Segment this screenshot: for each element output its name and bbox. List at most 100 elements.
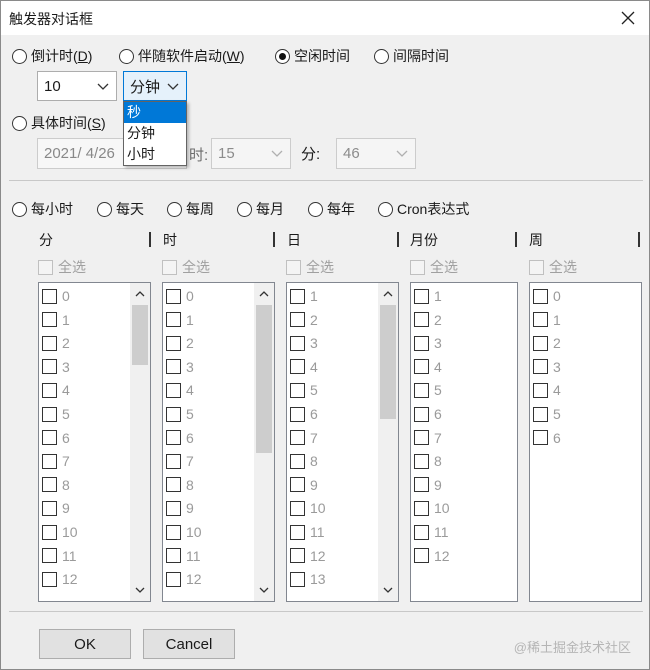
list-item[interactable]: 5: [42, 406, 70, 422]
list-item[interactable]: 9: [290, 477, 318, 493]
list-item[interactable]: 3: [414, 335, 442, 351]
list-item[interactable]: 5: [290, 382, 318, 398]
list-item[interactable]: 11: [166, 548, 201, 564]
list-item[interactable]: 11: [414, 524, 449, 540]
radio-countdown[interactable]: 倒计时(D): [12, 46, 92, 66]
select-all-minute[interactable]: 全选: [38, 257, 86, 277]
list-item[interactable]: 4: [414, 359, 442, 375]
list-item[interactable]: 3: [166, 359, 194, 375]
radio-cron-expression[interactable]: Cron表达式: [378, 199, 469, 219]
radio-yearly[interactable]: 每年: [308, 199, 355, 219]
list-item[interactable]: 12: [42, 571, 78, 587]
list-item[interactable]: 11: [290, 524, 325, 540]
list-item[interactable]: 9: [42, 500, 70, 516]
select-all-hour[interactable]: 全选: [162, 257, 210, 277]
list-item[interactable]: 3: [290, 335, 318, 351]
scroll-down-arrow-icon[interactable]: [256, 582, 272, 598]
hour-combobox[interactable]: 15: [211, 138, 291, 169]
list-item[interactable]: 1: [414, 288, 442, 304]
list-item[interactable]: 0: [42, 288, 70, 304]
vertical-scrollbar[interactable]: [378, 283, 398, 601]
scrollbar-thumb[interactable]: [380, 305, 396, 419]
scrollbar-thumb[interactable]: [132, 305, 148, 365]
list-item[interactable]: 3: [42, 359, 70, 375]
list-item[interactable]: 2: [533, 335, 561, 351]
vertical-scrollbar[interactable]: [254, 283, 274, 601]
radio-specific-time[interactable]: 具体时间(S): [12, 113, 106, 133]
list-item[interactable]: 2: [42, 335, 70, 351]
radio-with-app-start[interactable]: 伴随软件启动(W): [119, 46, 245, 66]
list-item[interactable]: 9: [414, 477, 442, 493]
scroll-down-arrow-icon[interactable]: [380, 582, 396, 598]
month-listbox[interactable]: 12 11 10 9 8 7 6 5 4 3 2 1: [410, 282, 518, 602]
list-item[interactable]: 1: [290, 288, 318, 304]
list-item[interactable]: 10: [290, 500, 326, 516]
list-item[interactable]: 5: [166, 406, 194, 422]
weekday-listbox[interactable]: 6 5 4 3 2 1 0: [529, 282, 642, 602]
list-item[interactable]: 8: [166, 477, 194, 493]
list-item[interactable]: 6: [42, 430, 70, 446]
list-item[interactable]: 5: [533, 406, 561, 422]
list-item[interactable]: 2: [290, 312, 318, 328]
list-item[interactable]: 10: [414, 500, 450, 516]
list-item[interactable]: 12: [414, 548, 450, 564]
radio-hourly[interactable]: 每小时: [12, 199, 73, 219]
list-item[interactable]: 7: [42, 453, 70, 469]
list-item[interactable]: 4: [166, 382, 194, 398]
scroll-up-arrow-icon[interactable]: [132, 286, 148, 302]
list-item[interactable]: 6: [290, 406, 318, 422]
ok-button[interactable]: OK: [39, 629, 131, 659]
close-button[interactable]: [615, 5, 641, 31]
list-item[interactable]: 4: [290, 359, 318, 375]
list-item[interactable]: 6: [166, 430, 194, 446]
scroll-up-arrow-icon[interactable]: [256, 286, 272, 302]
day-listbox[interactable]: 13 12 11 10 9 8 7 6 5 4 3 2 1: [286, 282, 399, 602]
list-item[interactable]: 4: [533, 382, 561, 398]
list-item[interactable]: 2: [414, 312, 442, 328]
dropdown-option-minutes[interactable]: 分钟: [124, 123, 186, 144]
radio-daily[interactable]: 每天: [97, 199, 144, 219]
list-item[interactable]: 6: [533, 430, 561, 446]
list-item[interactable]: 8: [414, 453, 442, 469]
list-item[interactable]: 10: [166, 524, 202, 540]
list-item[interactable]: 1: [42, 312, 70, 328]
list-item[interactable]: 6: [414, 406, 442, 422]
scroll-up-arrow-icon[interactable]: [380, 286, 396, 302]
list-item[interactable]: 11: [42, 548, 77, 564]
list-item[interactable]: 3: [533, 359, 561, 375]
scrollbar-thumb[interactable]: [256, 305, 272, 453]
list-item[interactable]: 10: [42, 524, 78, 540]
radio-idle-time[interactable]: 空闲时间: [275, 46, 350, 66]
list-item[interactable]: 12: [166, 571, 202, 587]
select-all-weekday[interactable]: 全选: [529, 257, 577, 277]
list-item[interactable]: 9: [166, 500, 194, 516]
list-item[interactable]: 13: [290, 571, 326, 587]
hour-listbox[interactable]: 12 11 10 9 8 7 6 5 4 3 2 1 0: [162, 282, 275, 602]
list-item[interactable]: 5: [414, 382, 442, 398]
list-item[interactable]: 12: [290, 548, 326, 564]
select-all-month[interactable]: 全选: [410, 257, 458, 277]
list-item[interactable]: 1: [533, 312, 561, 328]
minute-combobox[interactable]: 46: [336, 138, 416, 169]
amount-combobox[interactable]: 10: [37, 71, 117, 101]
scroll-down-arrow-icon[interactable]: [132, 582, 148, 598]
list-item[interactable]: 8: [42, 477, 70, 493]
list-item[interactable]: 0: [166, 288, 194, 304]
list-item[interactable]: 0: [533, 288, 561, 304]
list-item[interactable]: 2: [166, 335, 194, 351]
select-all-day[interactable]: 全选: [286, 257, 334, 277]
unit-combobox[interactable]: 分钟: [123, 71, 187, 101]
radio-interval-time[interactable]: 间隔时间: [374, 46, 449, 66]
dropdown-option-seconds[interactable]: 秒: [124, 102, 186, 123]
list-item[interactable]: 1: [166, 312, 194, 328]
vertical-scrollbar[interactable]: [130, 283, 150, 601]
radio-weekly[interactable]: 每周: [167, 199, 214, 219]
list-item[interactable]: 8: [290, 453, 318, 469]
cancel-button[interactable]: Cancel: [143, 629, 235, 659]
list-item[interactable]: 7: [166, 453, 194, 469]
list-item[interactable]: 7: [290, 430, 318, 446]
dropdown-option-hours[interactable]: 小时: [124, 144, 186, 165]
list-item[interactable]: 4: [42, 382, 70, 398]
radio-monthly[interactable]: 每月: [237, 199, 284, 219]
minute-listbox[interactable]: 12 11 10 9 8 7 6 5 4 3 2 1 0: [38, 282, 151, 602]
